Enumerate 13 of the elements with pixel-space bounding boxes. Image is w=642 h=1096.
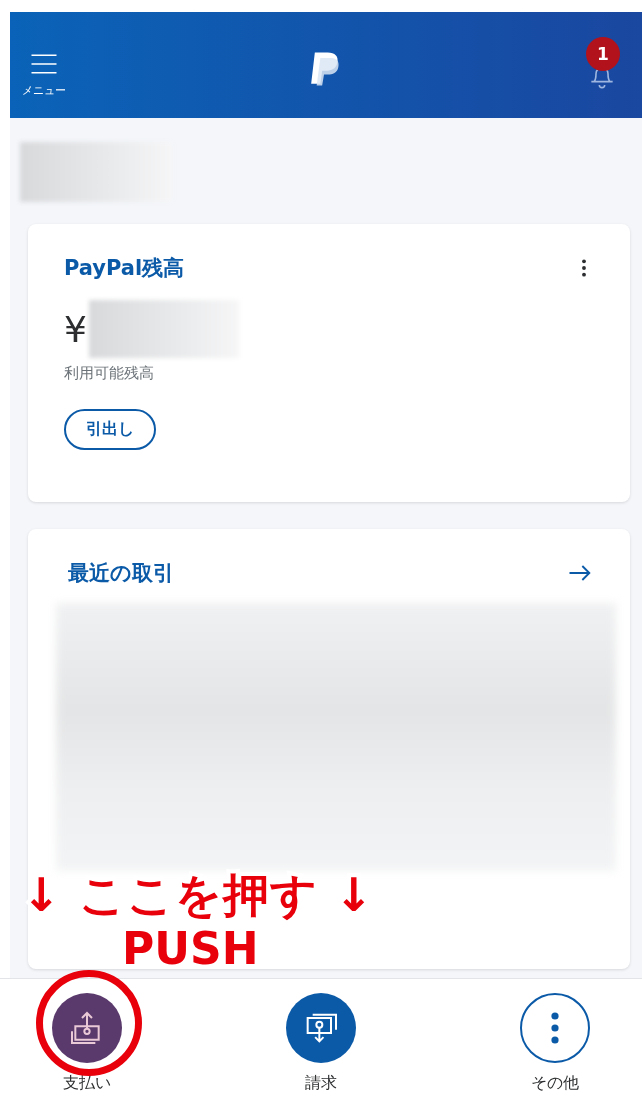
notification-badge: 1 (586, 37, 620, 71)
nav-item[interactable]: その他 (510, 993, 600, 1096)
annotation-text: PUSH (122, 922, 259, 976)
currency-symbol: ¥ (64, 308, 87, 350)
card-title: 最近の取引 (68, 560, 174, 587)
menu-button[interactable]: メニュー (22, 32, 66, 98)
nav-item[interactable]: 請求 (276, 993, 366, 1096)
withdraw-button[interactable]: 引出し (64, 409, 156, 450)
balance-caption: 利用可能残高 (64, 364, 155, 383)
more-options-icon (551, 1012, 559, 1044)
nav-item[interactable]: 支払い (42, 993, 132, 1096)
annotation-text: ↓ ここを押す ↓ (22, 868, 375, 922)
card-title: PayPal残高 (64, 255, 185, 282)
